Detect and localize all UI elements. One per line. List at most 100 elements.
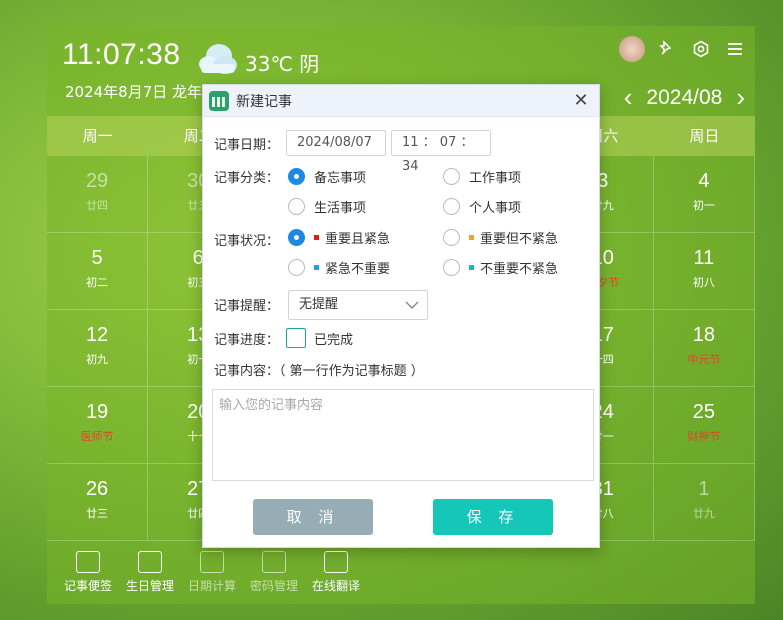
lunar-label: 初九 <box>86 353 109 366</box>
day-number: 18 <box>692 324 716 346</box>
toolbar-item[interactable]: 密码管理 <box>243 541 305 604</box>
avatar[interactable] <box>619 36 645 62</box>
red-square-icon <box>314 235 319 240</box>
calendar-day-cell[interactable]: 12 初九 <box>47 310 149 387</box>
day-number: 12 <box>85 324 109 346</box>
clock: 11:07:38 <box>62 38 181 71</box>
lunar-label: 医师节 <box>80 430 114 443</box>
cancel-button[interactable]: 取 消 <box>253 499 373 535</box>
category-radio-personal[interactable]: 个人事项 <box>443 197 521 216</box>
calendar-day-cell[interactable]: 19 医师节 <box>47 387 149 464</box>
calendar-icon <box>209 90 229 111</box>
settings-icon[interactable] <box>689 37 713 61</box>
reminder-select[interactable]: 无提醒 <box>288 290 428 320</box>
day-number: 4 <box>698 170 710 192</box>
status-radio-important-not-urgent[interactable]: 重要但不紧急 <box>443 228 558 247</box>
reminder-label: 记事提醒： <box>214 299 280 314</box>
lunar-label: 廿三 <box>86 507 109 520</box>
calculator-icon <box>200 551 224 573</box>
lunar-label: 初八 <box>692 276 715 289</box>
date-label: 记事日期： <box>214 137 280 153</box>
month-nav: ‹ 2024/08 › <box>624 82 745 113</box>
lunar-label: 初一 <box>692 199 715 212</box>
radio-unchecked-icon <box>443 229 460 246</box>
category-radio-life[interactable]: 生活事项 <box>288 197 366 216</box>
category-label-row: 记事分类： <box>214 167 286 186</box>
lunar-label: 廿九 <box>692 507 715 520</box>
radio-unchecked-icon <box>288 259 305 276</box>
month-label: 2024/08 <box>646 85 723 109</box>
content-label-row: 记事内容：（ 第一行作为记事标题 ） <box>214 360 424 379</box>
chevron-down-icon <box>405 291 419 329</box>
day-number: 19 <box>85 401 109 423</box>
radio-checked-icon <box>288 229 305 246</box>
radio-label: 紧急不重要 <box>325 262 391 277</box>
toolbar-item[interactable]: 日期计算 <box>181 541 243 604</box>
status-radio-urgent-not-important[interactable]: 紧急不重要 <box>288 258 390 277</box>
lock-icon <box>262 551 286 573</box>
radio-label: 不重要不紧急 <box>480 262 559 277</box>
calendar-day-cell[interactable]: 18 中元节 <box>653 310 755 387</box>
calendar-day-cell[interactable]: 11 初八 <box>653 233 755 310</box>
lunar-label: 廿四 <box>86 199 109 212</box>
toolbar-item-label: 日期计算 <box>187 579 236 593</box>
lunar-label: 中元节 <box>687 353 721 366</box>
time-input[interactable]: 11 ： 07 ： 34 <box>391 130 491 174</box>
toolbar-item-label: 密码管理 <box>249 579 298 593</box>
top-icons <box>619 36 747 62</box>
calendar-day-cell[interactable]: 5 初二 <box>47 233 149 310</box>
progress-label: 记事进度： <box>214 332 280 348</box>
radio-label: 重要且紧急 <box>325 232 391 247</box>
toolbar-item-label: 生日管理 <box>125 579 174 593</box>
save-button[interactable]: 保 存 <box>433 499 553 535</box>
category-radio-memo[interactable]: 备忘事项 <box>288 167 366 186</box>
date-input[interactable]: 2024/08/07 <box>286 130 386 156</box>
status-label: 记事状况： <box>214 234 280 249</box>
status-label-row: 记事状况： <box>214 230 286 249</box>
menu-icon[interactable] <box>723 37 747 61</box>
day-number: 5 <box>91 247 103 269</box>
radio-unchecked-icon <box>443 259 460 276</box>
toolbar-item[interactable]: 记事便签 <box>57 541 119 604</box>
weekday-label: 周一 <box>82 127 113 145</box>
toolbar-item[interactable]: 在线翻译 <box>305 541 367 604</box>
radio-label: 个人事项 <box>469 201 522 216</box>
category-label: 记事分类： <box>214 171 280 186</box>
reminder-label-row: 记事提醒： <box>214 295 286 314</box>
next-month-button[interactable]: › <box>736 82 745 113</box>
day-number: 11 <box>693 247 715 269</box>
radio-label: 工作事项 <box>469 171 522 186</box>
prev-month-button[interactable]: ‹ <box>624 82 633 113</box>
status-radio-urgent-important[interactable]: 重要且紧急 <box>288 228 390 247</box>
radio-unchecked-icon <box>443 168 460 185</box>
calendar-day-cell[interactable]: 25 财神节 <box>653 387 755 464</box>
radio-label: 重要但不紧急 <box>480 232 559 247</box>
completed-checkbox[interactable] <box>286 328 306 348</box>
close-icon[interactable]: ✕ <box>569 89 593 113</box>
lunar-label: 财神节 <box>687 430 721 443</box>
calendar-day-cell[interactable]: 4 初一 <box>653 156 755 233</box>
temperature: 33℃ 阴 <box>245 52 320 76</box>
calendar-day-cell[interactable]: 29 廿四 <box>47 156 149 233</box>
note-icon <box>76 551 100 573</box>
blue-square-icon <box>314 265 319 270</box>
toolbar-item-label: 记事便签 <box>63 579 112 593</box>
category-radio-work[interactable]: 工作事项 <box>443 167 521 186</box>
day-number: 1 <box>698 478 710 500</box>
status-radio-neither[interactable]: 不重要不紧急 <box>443 258 558 277</box>
calendar-day-cell[interactable]: 1 廿九 <box>653 464 755 541</box>
bottom-toolbar: 记事便签 生日管理 日期计算 密码管理 在线翻译 <box>47 541 755 604</box>
cake-icon <box>138 551 162 573</box>
day-number: 25 <box>692 401 716 423</box>
radio-checked-icon <box>288 168 305 185</box>
toolbar-item[interactable]: 生日管理 <box>119 541 181 604</box>
content-label: 记事内容：（ 第一行作为记事标题 ） <box>214 364 424 379</box>
pin-icon[interactable] <box>655 37 679 61</box>
progress-row: 记事进度： 已完成 <box>214 328 353 348</box>
calendar-day-cell[interactable]: 26 廿三 <box>47 464 149 541</box>
cloud-icon <box>199 44 237 74</box>
day-number: 26 <box>85 478 109 500</box>
radio-unchecked-icon <box>443 198 460 215</box>
content-textarea[interactable]: 输入您的记事内容 <box>212 389 594 481</box>
teal-square-icon <box>469 265 474 270</box>
